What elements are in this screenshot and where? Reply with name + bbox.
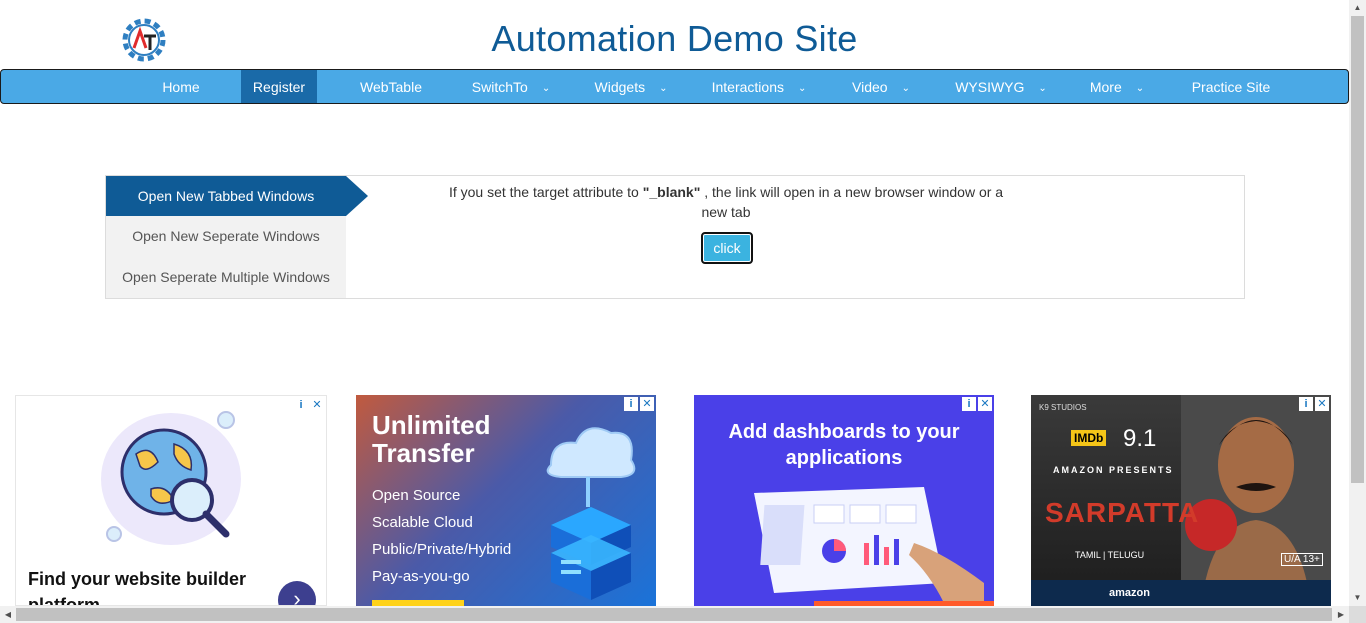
scroll-right-icon[interactable]: ▶ <box>1333 606 1349 623</box>
page: Automation Demo Site Home Register WebTa… <box>0 0 1349 606</box>
windows-panel: Open New Tabbed Windows Open New Seperat… <box>105 175 1245 299</box>
ad-languages: TAMIL | TELUGU <box>1075 550 1145 560</box>
nav-register-label: Register <box>252 79 306 95</box>
nav-widgets-label: Widgets <box>594 79 646 95</box>
description-post: , the link will open in a new browser wi… <box>700 184 1004 220</box>
nav-switchto[interactable]: SwitchTo ⌄ <box>461 70 561 103</box>
ad-controls: i ✕ <box>1299 397 1329 411</box>
ad-brand: amazon <box>1109 587 1150 599</box>
nav-wysiwyg-label: WYSIWYG <box>955 79 1025 95</box>
ad-item: Open Source <box>372 487 461 504</box>
nav-webtable[interactable]: WebTable <box>341 70 441 103</box>
description-pre: If you set the target attribute to <box>448 184 643 200</box>
nav-more-label: More <box>1089 79 1122 95</box>
info-icon[interactable]: i <box>1299 397 1313 411</box>
tab-open-seperate-multiple-windows[interactable]: Open Seperate Multiple Windows <box>106 257 346 297</box>
scroll-up-icon[interactable]: ▲ <box>1349 0 1366 16</box>
ad-title: Unlimited Transfer <box>372 410 491 468</box>
ad-website-builder[interactable]: i ✕ Find your website builder platform › <box>15 395 327 606</box>
globe-magnifier-illustration <box>101 411 241 545</box>
nav-practice-site[interactable]: Practice Site <box>1181 70 1281 103</box>
nav-video-label: Video <box>852 79 888 95</box>
cloud-server-illustration <box>546 427 636 600</box>
chevron-down-icon: ⌄ <box>659 83 668 94</box>
ad-movie-title: SARPATTA <box>1045 497 1200 528</box>
nav-wysiwyg[interactable]: WYSIWYG ⌄ <box>945 70 1057 103</box>
horizontal-scrollbar[interactable]: ◀ ▶ <box>0 606 1349 623</box>
nav-home-label: Home <box>162 79 200 95</box>
ad-movie[interactable]: K9 STUDIOS IMDb 9.1 AMAZON PRESENTS SARP… <box>1031 395 1331 606</box>
ad-rating: 9.1 <box>1123 425 1157 452</box>
chevron-down-icon: ⌄ <box>541 83 551 94</box>
ad-controls: i ✕ <box>294 398 324 412</box>
imdb-logo: IMDb <box>1071 430 1107 446</box>
nav-widgets[interactable]: Widgets ⌄ <box>585 70 677 103</box>
nav-interactions[interactable]: Interactions ⌄ <box>701 70 817 103</box>
ad-controls: i ✕ <box>962 397 992 411</box>
chevron-down-icon: ⌄ <box>1135 83 1145 94</box>
close-icon[interactable]: ✕ <box>1315 397 1329 411</box>
ad-title: Add dashboards to your applications <box>728 421 960 469</box>
info-icon[interactable]: i <box>624 397 638 411</box>
click-button[interactable]: click <box>701 232 753 264</box>
ad-studio: K9 STUDIOS <box>1039 403 1087 412</box>
info-icon[interactable]: i <box>294 398 308 412</box>
site-title: Automation Demo Site <box>491 18 858 59</box>
vertical-scroll-thumb[interactable] <box>1351 16 1364 483</box>
ad-bottom-strip <box>1031 580 1331 606</box>
scrollbar-corner <box>1349 606 1366 623</box>
chevron-down-icon: ⌄ <box>901 83 910 94</box>
dashboard-illustration <box>754 487 984 603</box>
close-icon[interactable]: ✕ <box>978 397 992 411</box>
ad-dashboards[interactable]: Add dashboards to your applications i ✕ <box>694 395 994 606</box>
ad-item: Public/Private/Hybrid <box>372 541 512 558</box>
nav-switchto-label: SwitchTo <box>471 79 528 95</box>
horizontal-scroll-thumb[interactable] <box>16 608 1332 621</box>
chevron-down-icon: ⌄ <box>797 83 807 94</box>
actor-illustration <box>1181 395 1331 606</box>
ad-certificate: U/A 13+ <box>1281 553 1323 566</box>
ad-item: Scalable Cloud <box>372 514 473 531</box>
scroll-left-icon[interactable]: ◀ <box>0 606 16 623</box>
chevron-right-icon[interactable]: › <box>278 581 316 605</box>
ad-presents: AMAZON PRESENTS <box>1053 465 1174 475</box>
main-navbar: Home Register WebTable SwitchTo ⌄ Widgets… <box>0 69 1349 104</box>
nav-video[interactable]: Video ⌄ <box>841 70 921 103</box>
nav-more[interactable]: More ⌄ <box>1079 70 1155 103</box>
close-icon[interactable]: ✕ <box>640 397 654 411</box>
chevron-down-icon: ⌄ <box>1038 83 1047 94</box>
nav-practice-site-label: Practice Site <box>1191 79 1271 95</box>
nav-webtable-label: WebTable <box>359 79 422 95</box>
ad-item: Pay-as-you-go <box>372 568 470 585</box>
nav-interactions-label: Interactions <box>711 79 784 95</box>
ad-unlimited-transfer[interactable]: Unlimited Transfer Open Source Scalable … <box>356 395 656 606</box>
vertical-scrollbar[interactable]: ▲ ▼ <box>1349 0 1366 606</box>
tab-description: If you set the target attribute to "_bla… <box>446 182 1006 222</box>
info-icon[interactable]: i <box>962 397 976 411</box>
tab-open-new-tabbed-windows[interactable]: Open New Tabbed Windows <box>106 176 368 216</box>
ad-controls: i ✕ <box>624 397 654 411</box>
tab-open-new-seperate-windows[interactable]: Open New Seperate Windows <box>106 216 346 256</box>
nav-register[interactable]: Register <box>241 70 317 103</box>
nav-home[interactable]: Home <box>141 70 221 103</box>
ad-headline: Find your website builder platform <box>28 569 247 606</box>
close-icon[interactable]: ✕ <box>310 398 324 412</box>
windows-tab-list: Open New Tabbed Windows Open New Seperat… <box>106 176 368 298</box>
scroll-down-icon[interactable]: ▼ <box>1349 590 1366 606</box>
description-target-value: "_blank" <box>642 184 701 200</box>
